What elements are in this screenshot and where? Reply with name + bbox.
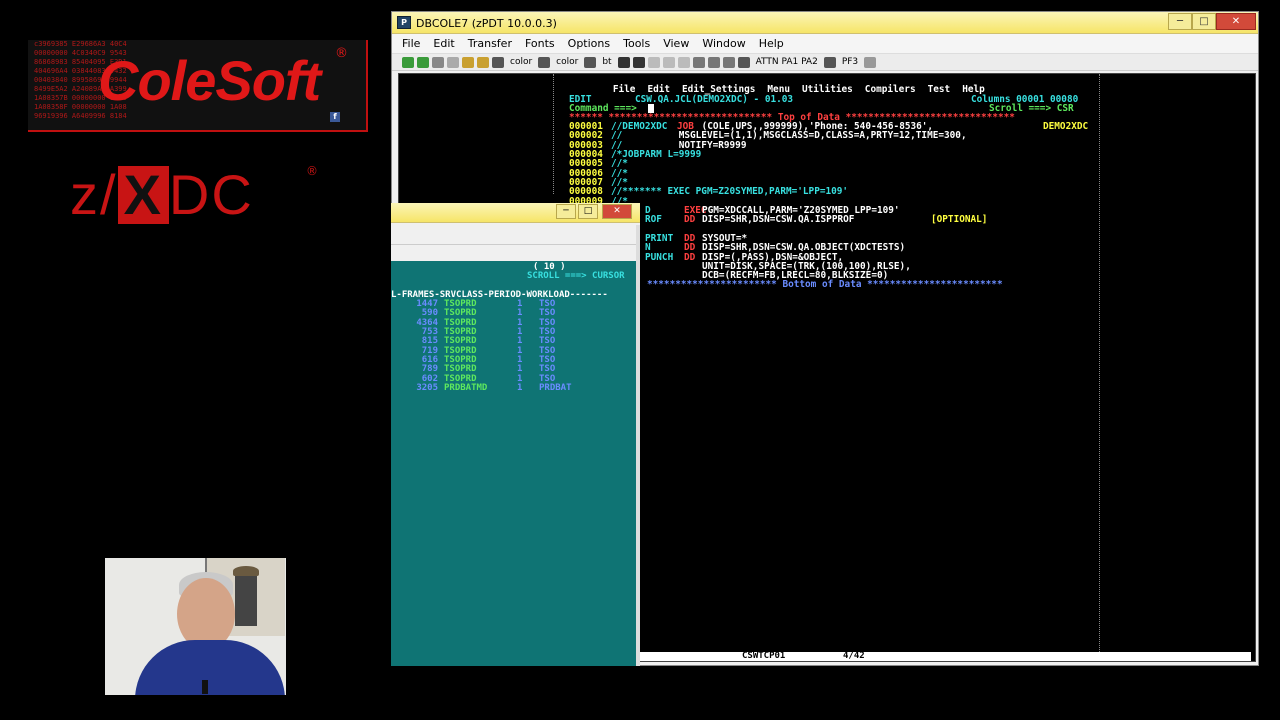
disk-icon[interactable] [632, 56, 645, 68]
color-label-1[interactable]: color [507, 57, 535, 67]
title-bar-2[interactable]: ─ □ ✕ [391, 203, 640, 223]
microphone [202, 680, 208, 694]
dd-keyword: DD [684, 214, 696, 226]
scroll-cursor[interactable]: SCROLL ===> CURSOR [527, 271, 625, 281]
cursor-position: 4/42 [843, 651, 865, 661]
menu-edit[interactable]: Edit [433, 37, 454, 50]
menu-view[interactable]: View [663, 37, 689, 50]
right-boundary-line [1099, 74, 1100, 654]
zxdc-suffix: DC [168, 163, 254, 226]
print-text-icon[interactable] [584, 56, 597, 68]
close-button[interactable]: ✕ [1216, 13, 1256, 30]
dataset-name: CSW.QA.JCL(DEMO2XDC) - 01.03 [635, 94, 794, 105]
title-bar[interactable]: P DBCOLE7 (zPDT 10.0.0.3) ─ □ ✕ [392, 12, 1258, 34]
floppy-icon[interactable] [617, 56, 630, 68]
cut-icon[interactable] [647, 56, 660, 68]
menu-fonts[interactable]: Fonts [525, 37, 555, 50]
facebook-icon[interactable]: f [330, 112, 340, 122]
left-boundary-line [553, 74, 554, 194]
tools-icon[interactable] [737, 56, 750, 68]
maximize-button-2[interactable]: □ [578, 204, 598, 219]
jcl-text: //******* EXEC PGM=Z20SYMED,PARM='LPP=10… [611, 186, 849, 198]
bt-label[interactable]: bt [599, 57, 614, 67]
font-icon[interactable] [722, 56, 735, 68]
toolbar: color color bt ATTN PA1 PA2 PF3 [392, 54, 1258, 71]
pf3-button[interactable]: PF3 [839, 57, 861, 67]
keypad-icon[interactable] [823, 56, 836, 68]
dd-keyword: DD [684, 251, 696, 263]
print-icon[interactable] [538, 56, 551, 68]
hex-line: 96919396 A6409996 8184 [34, 112, 127, 120]
dd-name: ROF [645, 214, 662, 226]
settings-icon[interactable] [432, 56, 444, 68]
disconnect-icon[interactable] [447, 56, 459, 68]
period-value: 1 [517, 383, 523, 394]
menu-file[interactable]: File [402, 37, 420, 50]
pencil-icon[interactable] [864, 56, 877, 68]
status-line: CSWTCP01 4/42 [639, 651, 1251, 661]
colesoft-wordmark: ColeSoft [98, 49, 321, 112]
menu-bar: File Edit Transfer Fonts Options Tools V… [392, 34, 1258, 54]
minimize-button-2[interactable]: ─ [556, 204, 576, 219]
srvclass-value: PRDBATMD [444, 383, 488, 394]
font-smaller-icon[interactable] [692, 56, 705, 68]
open-icon[interactable] [462, 56, 474, 68]
maximize-button[interactable]: □ [1192, 13, 1216, 30]
zxdc-logo: z/X DC [70, 162, 254, 227]
ispf-menu-file[interactable]: File [613, 84, 636, 95]
zxdc-x: X [117, 166, 169, 224]
zxdc-prefix: z/ [70, 163, 118, 226]
jcl-sequence-tag: DEMO2XDC [1043, 121, 1089, 132]
minimize-button[interactable]: ─ [1168, 13, 1192, 30]
print-color-icon[interactable] [492, 56, 504, 68]
color-label-2[interactable]: color [553, 57, 581, 67]
menu-help[interactable]: Help [759, 37, 784, 50]
close-button-2[interactable]: ✕ [602, 204, 632, 219]
workload-value: PRDBAT [539, 383, 572, 394]
colesoft-logo: c3969385 E29686A3 40C4 00000000 4C0340C9 … [28, 40, 368, 132]
presenter-shirt [135, 640, 285, 695]
session-name: CSWTCP01 [742, 651, 786, 661]
ispf-menu-utilities[interactable]: Utilities [802, 84, 853, 95]
rmf-monitor-window[interactable]: ─ □ ✕ ( 10 ) SCROLL ===> CURSOR L-FRAMES… [391, 203, 640, 666]
registered-mark-2: ® [306, 164, 318, 178]
frames-value: 3205 [416, 383, 438, 394]
connect-icon[interactable] [402, 56, 414, 68]
app-icon[interactable]: P [397, 16, 411, 29]
ispf-menu-test[interactable]: Test [928, 84, 951, 95]
font-larger-icon[interactable] [707, 56, 720, 68]
menu-transfer[interactable]: Transfer [468, 37, 512, 50]
bottom-of-data: *********************** Bottom of Data *… [647, 279, 1003, 290]
save-icon[interactable] [477, 56, 489, 68]
ispf-menu-compilers[interactable]: Compilers [865, 84, 916, 95]
menu-window[interactable]: Window [702, 37, 745, 50]
dd-comment: [OPTIONAL] [931, 214, 988, 226]
vertical-scrollbar[interactable] [636, 225, 640, 666]
paste-icon[interactable] [677, 56, 690, 68]
window-title: DBCOLE7 (zPDT 10.0.0.3) [416, 17, 557, 30]
attn-pa-buttons[interactable]: ATTN PA1 PA2 [753, 57, 821, 67]
menu-area-2 [391, 223, 640, 245]
dd-name: PUNCH [645, 251, 674, 263]
dd-operands: DISP=SHR,DSN=CSW.QA.ISPPROF [702, 214, 855, 226]
reconnect-icon[interactable] [417, 56, 429, 68]
webcam-presenter [105, 558, 286, 695]
copy-icon[interactable] [662, 56, 675, 68]
registered-mark: ® [335, 46, 348, 61]
menu-options[interactable]: Options [568, 37, 610, 50]
menu-tools[interactable]: Tools [623, 37, 650, 50]
monitor-screen[interactable]: ( 10 ) SCROLL ===> CURSOR L-FRAMES-SRVCL… [391, 261, 636, 666]
